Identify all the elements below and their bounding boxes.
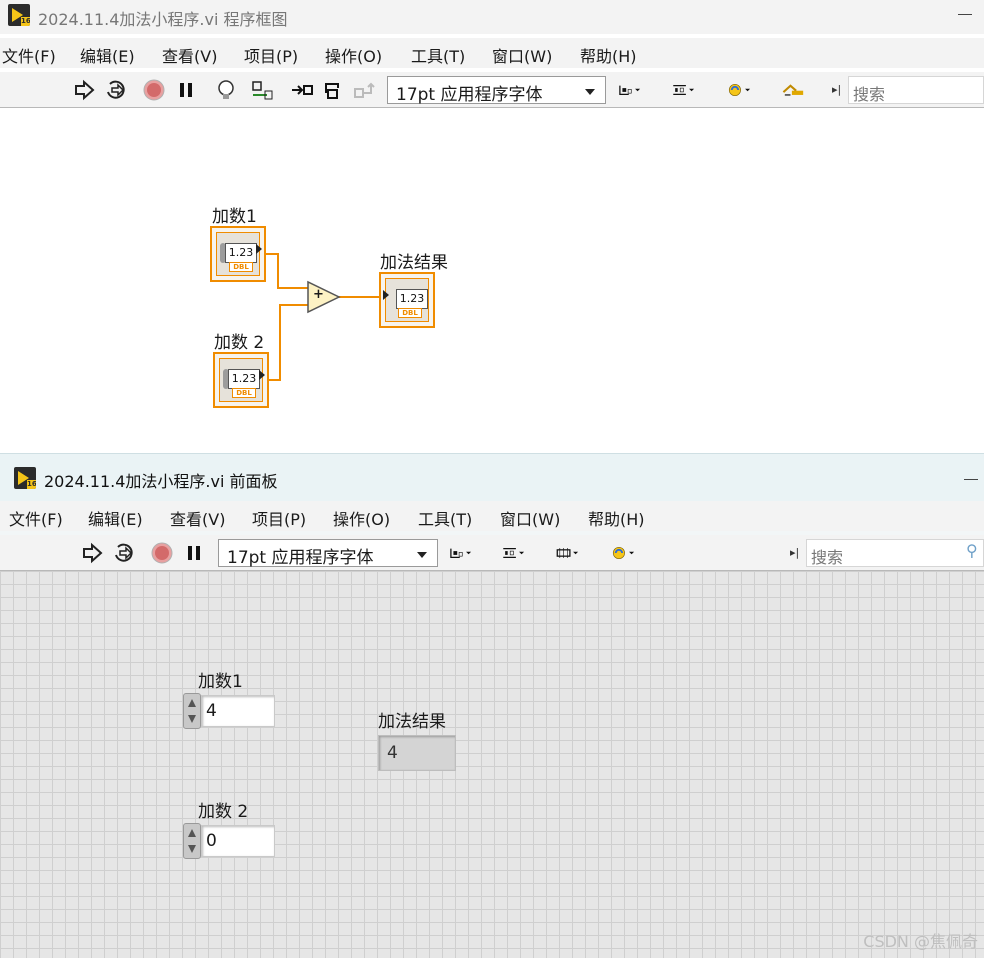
input2-numeric-control[interactable]: 0 (183, 823, 275, 859)
search-marker-icon: ▸| (790, 546, 800, 559)
menu-file[interactable]: 文件(F) (2, 43, 56, 67)
input1-numeric-control[interactable]: 4 (183, 693, 275, 729)
front-panel-window: 16 2024.11.4加法小程序.vi 前面板 文件(F) 编辑(E) 查看(… (0, 453, 984, 958)
output-arrow-icon (259, 370, 265, 380)
increment-decrement-buttons[interactable] (183, 823, 201, 859)
output-arrow-icon (256, 244, 262, 254)
minimize-button[interactable] (958, 14, 972, 15)
chevron-down-icon (417, 552, 427, 558)
input2-terminal[interactable]: 1.23 DBL (213, 352, 269, 408)
diagram-input1-label: 加数1 (212, 207, 257, 227)
chevron-down-icon (585, 89, 595, 95)
menu-project[interactable]: 项目(P) (244, 43, 298, 67)
front-output-label: 加法结果 (378, 712, 446, 732)
wires (265, 253, 382, 381)
menu-view[interactable]: 查看(V) (162, 43, 217, 67)
pause-icon[interactable] (182, 542, 206, 564)
run-continuously-icon[interactable] (112, 542, 136, 564)
wire-input1-to-add (265, 253, 310, 289)
run-arrow-icon[interactable] (80, 542, 104, 564)
block-diagram-canvas[interactable]: + 加数1 1.23 DBL 加数 2 1.23 DBL 加法结果 1.23 DBL (0, 108, 984, 453)
menu-edit[interactable]: 编辑(E) (80, 43, 135, 67)
menu-project[interactable]: 项目(P) (252, 506, 306, 530)
wire-input2-to-add (268, 304, 310, 381)
diagram-search-input[interactable]: 搜索 (848, 76, 984, 104)
diagram-menubar: 文件(F) 编辑(E) 查看(V) 项目(P) 操作(O) 工具(T) 窗口(W… (0, 38, 984, 68)
menu-window[interactable]: 窗口(W) (500, 506, 560, 530)
font-select[interactable]: 17pt 应用程序字体 (387, 76, 606, 105)
search-marker-icon: ▸| (832, 83, 842, 96)
output-numeric-indicator: 4 (378, 735, 456, 771)
menu-edit[interactable]: 编辑(E) (88, 506, 143, 530)
terminal-value: 1.23 (228, 369, 260, 389)
front-toolbar: 17pt 应用程序字体 ▸| 搜索 ⚲ (0, 535, 984, 571)
abort-icon[interactable] (142, 79, 166, 101)
front-menubar: 文件(F) 编辑(E) 查看(V) 项目(P) 操作(O) 工具(T) 窗口(W… (0, 501, 984, 531)
abort-icon[interactable] (150, 542, 174, 564)
terminal-type: DBL (232, 388, 256, 398)
front-input1-label: 加数1 (198, 672, 243, 692)
diagram-window-title: 2024.11.4加法小程序.vi 程序框图 (38, 10, 288, 29)
distribute-objects-icon[interactable] (502, 542, 540, 564)
font-select[interactable]: 17pt 应用程序字体 (218, 539, 438, 568)
run-arrow-icon[interactable] (72, 79, 96, 101)
step-into-icon[interactable] (290, 79, 314, 101)
step-out-icon[interactable] (352, 79, 376, 101)
diagram-toolbar: 17pt 应用程序字体 ▸| 搜索 (0, 72, 984, 108)
decrement-arrow-icon[interactable] (188, 715, 196, 723)
front-search-input[interactable]: 搜索 (806, 539, 984, 567)
distribute-objects-icon[interactable] (672, 79, 710, 101)
search-icon[interactable]: ⚲ (966, 541, 978, 560)
cleanup-diagram-icon[interactable] (782, 79, 816, 101)
reorder-icon[interactable] (728, 79, 766, 101)
menu-view[interactable]: 查看(V) (170, 506, 225, 530)
step-over-icon[interactable] (322, 79, 346, 101)
retain-wire-values-icon[interactable] (250, 79, 274, 101)
menu-help[interactable]: 帮助(H) (580, 43, 637, 67)
diagram-output-label: 加法结果 (380, 253, 448, 273)
align-objects-icon[interactable] (449, 542, 487, 564)
input1-value-field[interactable]: 4 (201, 695, 275, 727)
increment-arrow-icon[interactable] (188, 699, 196, 707)
terminal-type: DBL (398, 308, 422, 318)
pause-icon[interactable] (174, 79, 198, 101)
menu-operate[interactable]: 操作(O) (325, 43, 382, 67)
minimize-button[interactable] (964, 479, 978, 480)
input-arrow-icon (383, 290, 389, 300)
highlight-execution-icon[interactable] (214, 79, 238, 101)
terminal-value: 1.23 (225, 243, 257, 263)
decrement-arrow-icon[interactable] (188, 845, 196, 853)
terminal-value: 1.23 (396, 289, 428, 309)
diagram-input2-label: 加数 2 (214, 333, 265, 353)
diagram-search-placeholder: 搜索 (853, 85, 886, 104)
menu-file[interactable]: 文件(F) (9, 506, 63, 530)
menu-operate[interactable]: 操作(O) (333, 506, 390, 530)
diagram-titlebar: 16 2024.11.4加法小程序.vi 程序框图 (0, 0, 984, 34)
front-panel-canvas[interactable]: 加数1 4 加数 2 0 加法结果 4 CSDN @焦佩奇 (0, 571, 984, 958)
front-window-title: 2024.11.4加法小程序.vi 前面板 (44, 472, 278, 491)
watermark-text: CSDN @焦佩奇 (863, 932, 978, 951)
font-select-value: 17pt 应用程序字体 (227, 548, 374, 568)
front-titlebar: 16 2024.11.4加法小程序.vi 前面板 (0, 453, 984, 501)
input2-value-field[interactable]: 0 (201, 825, 275, 857)
labview-vi-icon: 16 (8, 4, 30, 26)
add-symbol: + (313, 287, 324, 302)
run-continuously-icon[interactable] (104, 79, 128, 101)
menu-tools[interactable]: 工具(T) (411, 43, 465, 67)
resize-objects-icon[interactable] (556, 542, 594, 564)
front-input2-label: 加数 2 (198, 802, 249, 822)
reorder-icon[interactable] (612, 542, 650, 564)
align-objects-icon[interactable] (618, 79, 656, 101)
font-select-value: 17pt 应用程序字体 (396, 85, 543, 105)
increment-decrement-buttons[interactable] (183, 693, 201, 729)
menu-tools[interactable]: 工具(T) (418, 506, 472, 530)
increment-arrow-icon[interactable] (188, 829, 196, 837)
output-terminal[interactable]: 1.23 DBL (379, 272, 435, 328)
labview-vi-icon: 16 (14, 467, 36, 489)
front-search-placeholder: 搜索 (811, 548, 844, 567)
input1-terminal[interactable]: 1.23 DBL (210, 226, 266, 282)
menu-help[interactable]: 帮助(H) (588, 506, 645, 530)
menu-window[interactable]: 窗口(W) (492, 43, 552, 67)
terminal-type: DBL (229, 262, 253, 272)
